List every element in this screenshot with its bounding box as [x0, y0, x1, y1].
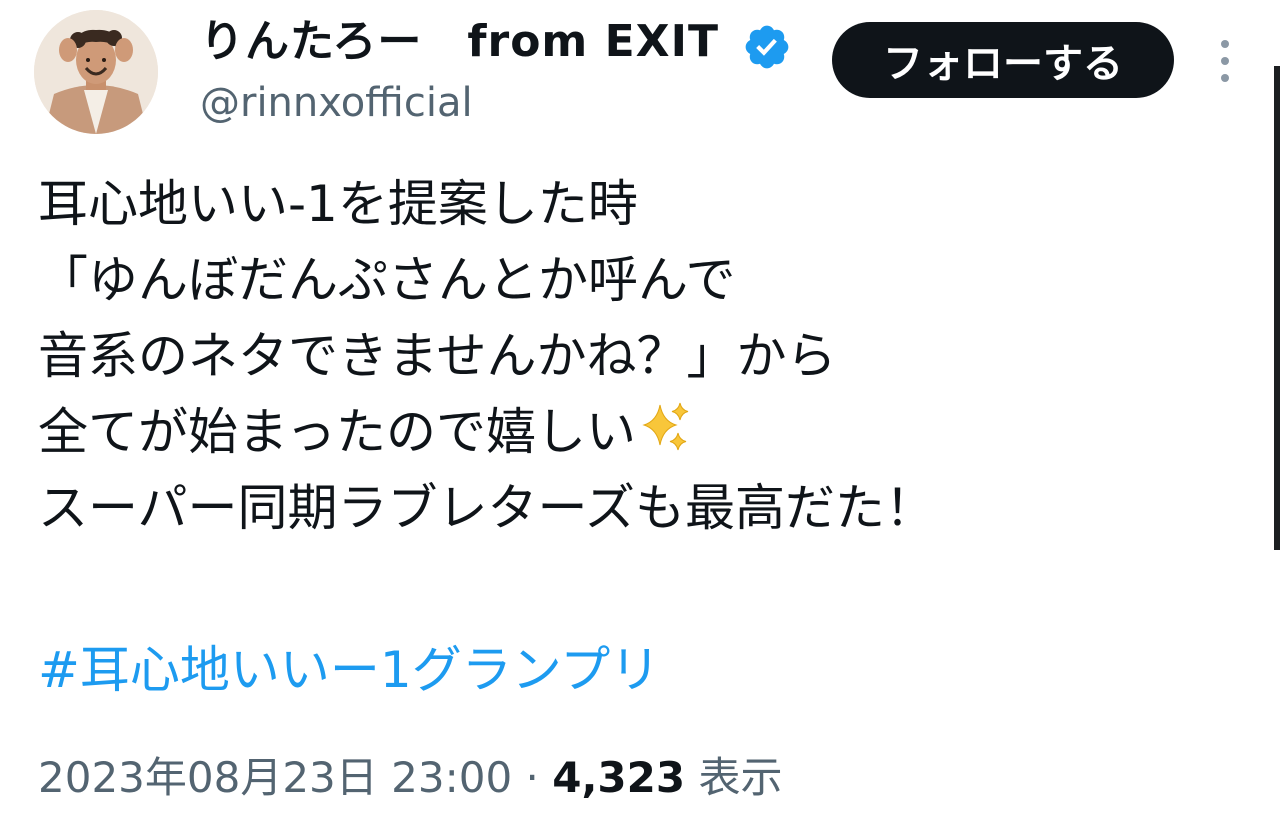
timestamp-link[interactable]: 2023年08月23日 23:00	[38, 753, 512, 802]
tweet-line: 「ゆんぼだんぷさんとか呼んで	[38, 251, 736, 309]
tweet-meta: 2023年08月23日 23:00 · 4,323 表示	[38, 748, 782, 808]
follow-button[interactable]: フォローする	[832, 22, 1174, 98]
more-vertical-icon[interactable]	[1208, 36, 1242, 86]
meta-separator: ·	[525, 753, 539, 802]
more-dot	[1221, 40, 1229, 48]
profile-photo	[34, 10, 158, 134]
views-count: 4,323	[552, 753, 686, 802]
more-dot	[1221, 57, 1229, 65]
tweet-line: スーパー同期ラブレターズも最高だた！	[38, 479, 935, 537]
tweet-line: 音系のネタできませんかね？」から	[38, 327, 837, 385]
tweet-text: 耳心地いい-1を提案した時 「ゆんぼだんぷさんとか呼んで 音系のネタできませんか…	[38, 166, 1258, 546]
tweet-page: りんたろー from EXIT @rinnxofficial フォローする 耳心…	[0, 0, 1280, 832]
sparkles-emoji-icon	[642, 402, 689, 451]
display-name[interactable]: りんたろー from EXIT	[200, 14, 719, 70]
handle[interactable]: @rinnxofficial	[200, 78, 473, 128]
scrollbar[interactable]	[1274, 66, 1280, 550]
tweet-line: 耳心地いい-1を提案した時	[38, 175, 638, 233]
tweet-line-with-emoji: 全てが始まったので嬉しい	[38, 394, 1258, 470]
avatar[interactable]	[34, 10, 158, 134]
more-dot	[1221, 74, 1229, 82]
verified-badge-icon	[745, 25, 789, 69]
views-label: 表示	[698, 753, 783, 802]
hashtag-link[interactable]: #耳心地いいー1グランプリ	[38, 632, 660, 708]
tweet-line: 全てが始まったので嬉しい	[38, 403, 636, 461]
